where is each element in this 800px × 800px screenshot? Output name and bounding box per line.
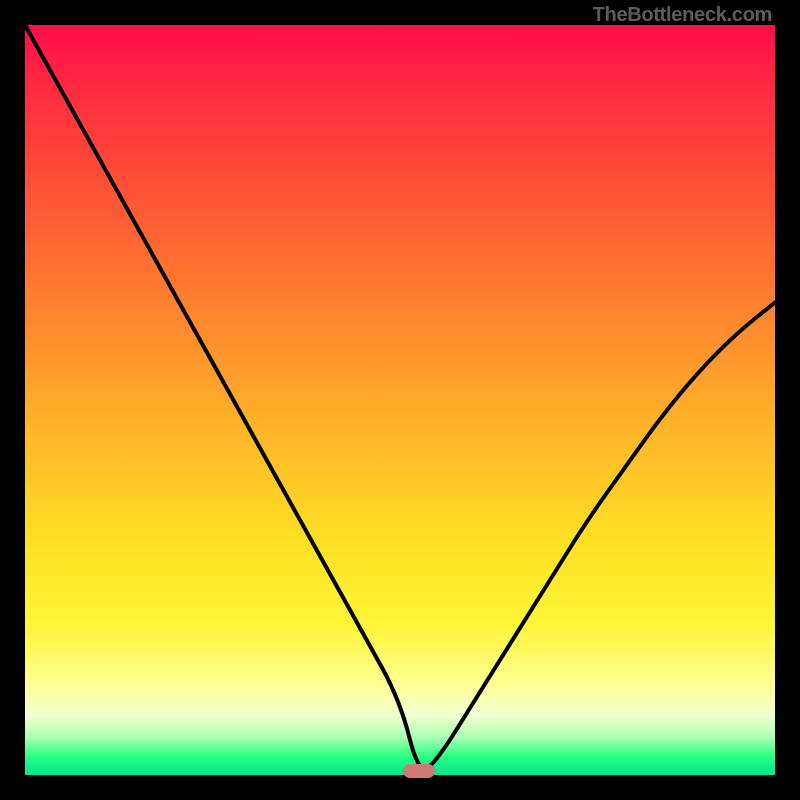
chart-frame: TheBottleneck.com: [0, 0, 800, 800]
attribution-label: TheBottleneck.com: [593, 4, 772, 27]
bottleneck-curve: [25, 25, 775, 775]
minimum-marker: [403, 764, 435, 778]
plot-background-gradient: [25, 25, 775, 775]
curve-path: [25, 25, 775, 769]
